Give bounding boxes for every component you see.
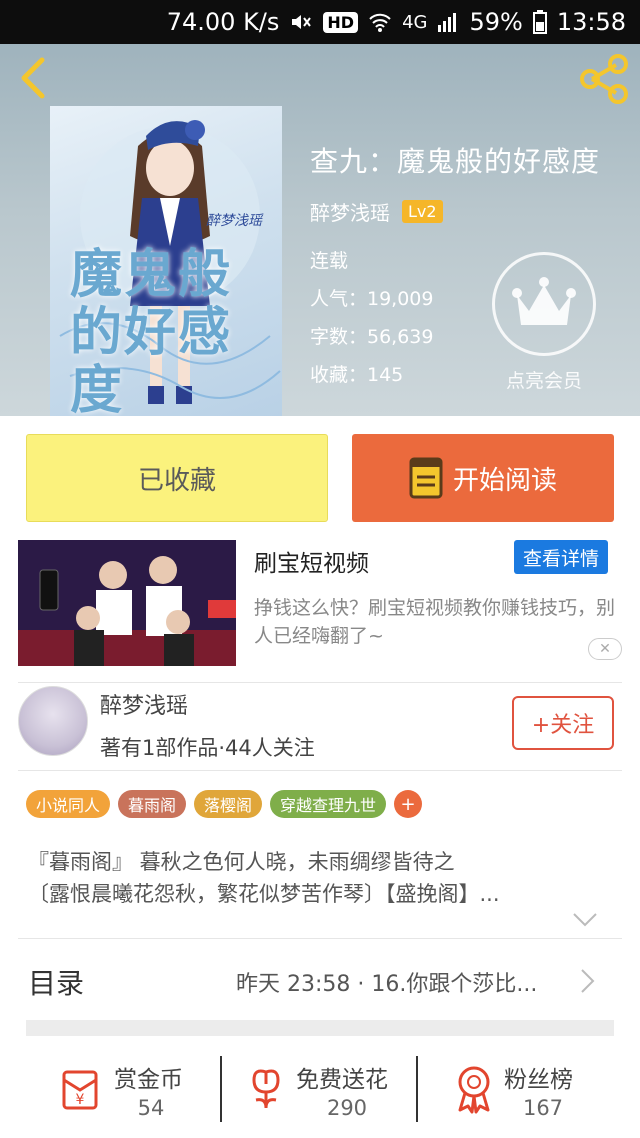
fan-ranking-count: 167 — [522, 1096, 564, 1120]
add-tag-button[interactable]: + — [394, 790, 423, 818]
fan-ranking-label: 粉丝榜 — [504, 1067, 573, 1093]
send-flowers-button[interactable]: 免费送花 290 — [244, 1056, 408, 1130]
ad-close-button[interactable]: ✕ — [588, 638, 622, 660]
mute-icon — [292, 15, 312, 29]
reward-coins-count: 54 — [137, 1096, 165, 1120]
divider — [18, 682, 622, 683]
status-bar: 74.00 K/s HD 4G 59% 13:58 — [0, 0, 640, 44]
crown-icon — [512, 277, 576, 325]
stat-divider — [416, 1056, 418, 1122]
follow-button[interactable]: +关注 — [512, 696, 614, 750]
intro-line: 『暮雨阁』 暮秋之色何人晓，未雨绸缪皆待之 — [28, 850, 455, 874]
reward-coins-button[interactable]: ¥ 赏金币 54 — [58, 1056, 208, 1130]
share-icon — [580, 54, 628, 104]
ad-detail-button[interactable]: 查看详情 — [514, 540, 608, 574]
section-separator — [26, 1020, 614, 1036]
intro-line: 〔露恨晨曦花怨秋，繁花似梦苦作琴〕【盛挽阁】... — [28, 882, 500, 906]
divider — [18, 938, 622, 939]
tag-item[interactable]: 暮雨阁 — [118, 790, 187, 818]
author-avatar[interactable] — [18, 686, 88, 756]
medal-icon — [458, 1066, 490, 1114]
start-reading-button[interactable]: 开始阅读 — [352, 434, 614, 522]
author-row: 醉梦浅瑶 Lv2 — [310, 197, 443, 226]
author-name[interactable]: 醉梦浅瑶 — [310, 197, 390, 226]
red-envelope-icon: ¥ — [62, 1070, 98, 1110]
favorited-button[interactable]: 已收藏 — [26, 434, 328, 522]
network-type: 4G — [402, 11, 428, 33]
back-button[interactable] — [14, 56, 54, 100]
svg-text:¥: ¥ — [76, 1092, 85, 1108]
profile-author-name[interactable]: 醉梦浅瑶 — [100, 688, 188, 720]
tag-list: 小说同人 暮雨阁 落樱阁 穿越查理九世 + — [26, 790, 423, 818]
battery-percent: 59% — [469, 8, 523, 36]
clock: 13:58 — [556, 8, 626, 36]
chevron-left-icon — [21, 57, 45, 99]
book-icon — [409, 457, 443, 499]
book-cover[interactable]: 魔鬼般的好感度 醉梦浅瑶 — [50, 106, 282, 416]
wifi-icon — [369, 13, 391, 32]
fan-ranking-button[interactable]: 粉丝榜 167 — [452, 1056, 602, 1130]
tag-item[interactable]: 小说同人 — [26, 790, 111, 818]
chevron-down-icon[interactable] — [572, 912, 598, 928]
stat-divider — [220, 1056, 222, 1122]
signal-icon — [438, 13, 457, 32]
level-badge: Lv2 — [402, 200, 443, 223]
popularity: 人气：19,009 — [310, 288, 434, 310]
cover-title-art: 魔鬼般的好感度 — [70, 244, 233, 417]
send-flowers-count: 290 — [326, 1096, 368, 1120]
flower-icon — [252, 1069, 280, 1109]
start-reading-label: 开始阅读 — [452, 465, 557, 496]
ad-image[interactable] — [18, 540, 236, 666]
book-title: 查九：魔鬼般的好感度 — [310, 145, 601, 178]
send-flowers-label: 免费送花 — [296, 1067, 388, 1093]
serial-status: 连载 — [310, 250, 349, 272]
word-count: 字数：56,639 — [310, 326, 434, 348]
battery-icon — [532, 10, 547, 34]
book-header: 魔鬼般的好感度 醉梦浅瑶 查九：魔鬼般的好感度 醉梦浅瑶 Lv2 连载 人气：1… — [0, 44, 640, 416]
toc-latest-chapter[interactable]: 昨天 23:58 · 16.你跟个莎比... — [236, 966, 537, 998]
ad-photo — [18, 540, 236, 666]
toc-label[interactable]: 目录 — [28, 962, 84, 1002]
book-intro[interactable]: 『暮雨阁』 暮秋之色何人晓，未雨绸缪皆待之 〔露恨晨曦花怨秋，繁花似梦苦作琴〕【… — [28, 846, 608, 910]
tag-item[interactable]: 穿越查理九世 — [270, 790, 387, 818]
tag-item[interactable]: 落樱阁 — [194, 790, 263, 818]
profile-author-stats: 著有1部作品·44人关注 — [100, 736, 315, 760]
reward-coins-label: 赏金币 — [114, 1067, 183, 1093]
chevron-right-icon[interactable] — [580, 968, 596, 994]
network-speed: 74.00 K/s — [166, 8, 280, 36]
ad-title[interactable]: 刷宝短视频 — [254, 544, 369, 578]
share-button[interactable] — [578, 54, 630, 104]
vip-label[interactable]: 点亮会员 — [494, 366, 594, 393]
divider — [18, 770, 622, 771]
book-detail-content: 已收藏 开始阅读 刷宝短视频 查看详情 挣钱这么快？刷宝短视频教你赚钱技巧，别人… — [0, 416, 640, 1138]
hd-badge: HD — [323, 11, 359, 33]
vip-badge-button[interactable] — [492, 252, 596, 356]
ad-description[interactable]: 挣钱这么快？刷宝短视频教你赚钱技巧，别人已经嗨翻了~ — [254, 594, 624, 650]
cover-author-art: 醉梦浅瑶 — [206, 213, 262, 229]
favorite-count: 收藏：145 — [310, 364, 404, 386]
